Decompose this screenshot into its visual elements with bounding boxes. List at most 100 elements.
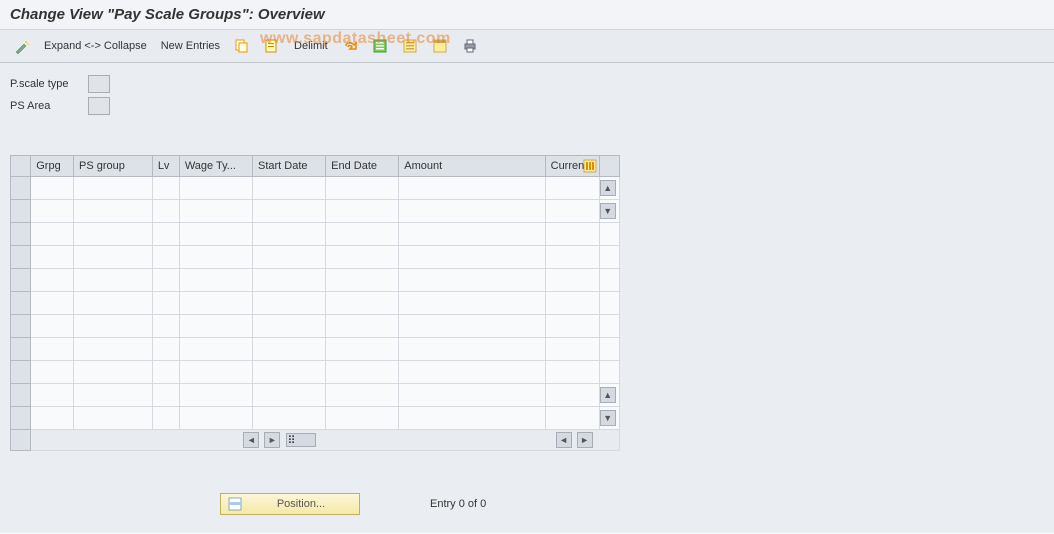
table-cell[interactable] <box>399 200 545 223</box>
position-button[interactable]: Position... <box>220 493 360 515</box>
table-cell[interactable] <box>252 361 325 384</box>
print-button[interactable] <box>456 35 484 57</box>
table-cell[interactable] <box>74 384 153 407</box>
table-cell[interactable] <box>252 246 325 269</box>
table-cell[interactable] <box>545 407 599 430</box>
table-cell[interactable] <box>545 200 599 223</box>
table-cell[interactable] <box>152 338 179 361</box>
col-wage-type[interactable]: Wage Ty... <box>179 156 252 177</box>
table-cell[interactable] <box>179 246 252 269</box>
table-cell[interactable] <box>152 269 179 292</box>
table-cell[interactable] <box>545 223 599 246</box>
table-cell[interactable] <box>252 292 325 315</box>
vscroll-up-button[interactable]: ▲ <box>600 180 616 196</box>
table-cell[interactable] <box>545 361 599 384</box>
table-cell[interactable] <box>545 315 599 338</box>
table-cell[interactable] <box>74 200 153 223</box>
col-grpg[interactable]: Grpg <box>31 156 74 177</box>
table-cell[interactable] <box>179 200 252 223</box>
table-cell[interactable] <box>179 407 252 430</box>
table-cell[interactable] <box>399 315 545 338</box>
table-cell[interactable] <box>399 246 545 269</box>
copy-selected-button[interactable] <box>258 35 286 57</box>
table-cell[interactable] <box>74 361 153 384</box>
table-cell[interactable] <box>31 407 74 430</box>
row-selector-header[interactable] <box>11 156 31 177</box>
table-cell[interactable] <box>179 292 252 315</box>
table-cell[interactable] <box>74 407 153 430</box>
table-cell[interactable] <box>31 315 74 338</box>
table-cell[interactable] <box>252 407 325 430</box>
table-cell[interactable] <box>399 361 545 384</box>
new-entries-button[interactable]: New Entries <box>155 37 226 55</box>
table-cell[interactable] <box>252 269 325 292</box>
row-selector[interactable] <box>11 223 31 246</box>
table-cell[interactable] <box>31 177 74 200</box>
table-cell[interactable] <box>252 223 325 246</box>
table-cell[interactable] <box>152 246 179 269</box>
row-selector[interactable] <box>11 246 31 269</box>
table-cell[interactable] <box>31 223 74 246</box>
col-lv[interactable]: Lv <box>152 156 179 177</box>
row-selector[interactable] <box>11 200 31 223</box>
table-cell[interactable] <box>179 269 252 292</box>
table-cell[interactable] <box>326 315 399 338</box>
table-cell[interactable] <box>31 200 74 223</box>
tool-wand-button[interactable] <box>8 35 36 57</box>
table-cell[interactable] <box>399 223 545 246</box>
table-cell[interactable] <box>31 292 74 315</box>
table-cell[interactable] <box>326 407 399 430</box>
vscroll-down2-button[interactable]: ▼ <box>600 410 616 426</box>
table-cell[interactable] <box>399 177 545 200</box>
vscroll-track[interactable]: ▼ <box>599 200 619 223</box>
table-cell[interactable] <box>152 407 179 430</box>
row-selector[interactable] <box>11 177 31 200</box>
table-cell[interactable] <box>252 200 325 223</box>
col-end-date[interactable]: End Date <box>326 156 399 177</box>
table-cell[interactable] <box>152 200 179 223</box>
hscroll-handle[interactable]: ⠿ <box>286 433 316 447</box>
col-ps-group[interactable]: PS group <box>74 156 153 177</box>
table-cell[interactable] <box>326 200 399 223</box>
table-cell[interactable] <box>545 292 599 315</box>
table-cell[interactable] <box>74 269 153 292</box>
col-start-date[interactable]: Start Date <box>252 156 325 177</box>
ps-area-input[interactable] <box>88 97 110 115</box>
table-cell[interactable] <box>545 269 599 292</box>
table-cell[interactable] <box>545 338 599 361</box>
vscroll-track[interactable]: ▼ <box>599 407 619 430</box>
table-cell[interactable] <box>179 384 252 407</box>
table-cell[interactable] <box>326 269 399 292</box>
table-cell[interactable] <box>179 177 252 200</box>
hscroll-right-button[interactable]: ► <box>264 432 280 448</box>
hscroll-right2-button[interactable]: ► <box>577 432 593 448</box>
table-cell[interactable] <box>152 361 179 384</box>
vscroll-track[interactable]: ▲ <box>599 384 619 407</box>
table-cell[interactable] <box>74 223 153 246</box>
hscroll-left2-button[interactable]: ◄ <box>556 432 572 448</box>
table-cell[interactable] <box>74 177 153 200</box>
table-cell[interactable] <box>399 338 545 361</box>
table-cell[interactable] <box>152 223 179 246</box>
table-cell[interactable] <box>252 315 325 338</box>
table-cell[interactable] <box>545 384 599 407</box>
table-cell[interactable] <box>31 338 74 361</box>
table-cell[interactable] <box>326 361 399 384</box>
copy-button[interactable] <box>228 35 256 57</box>
pscale-type-input[interactable] <box>88 75 110 93</box>
col-amount[interactable]: Amount <box>399 156 545 177</box>
undo-button[interactable] <box>336 35 364 57</box>
table-cell[interactable] <box>31 361 74 384</box>
table-cell[interactable] <box>399 407 545 430</box>
table-cell[interactable] <box>545 246 599 269</box>
table-cell[interactable] <box>152 384 179 407</box>
table-cell[interactable] <box>399 384 545 407</box>
table-cell[interactable] <box>326 177 399 200</box>
table-cell[interactable] <box>74 292 153 315</box>
table-cell[interactable] <box>326 292 399 315</box>
row-selector[interactable] <box>11 292 31 315</box>
deselect-all-button[interactable] <box>396 35 424 57</box>
table-cell[interactable] <box>74 338 153 361</box>
table-cell[interactable] <box>31 384 74 407</box>
select-all-button[interactable] <box>366 35 394 57</box>
